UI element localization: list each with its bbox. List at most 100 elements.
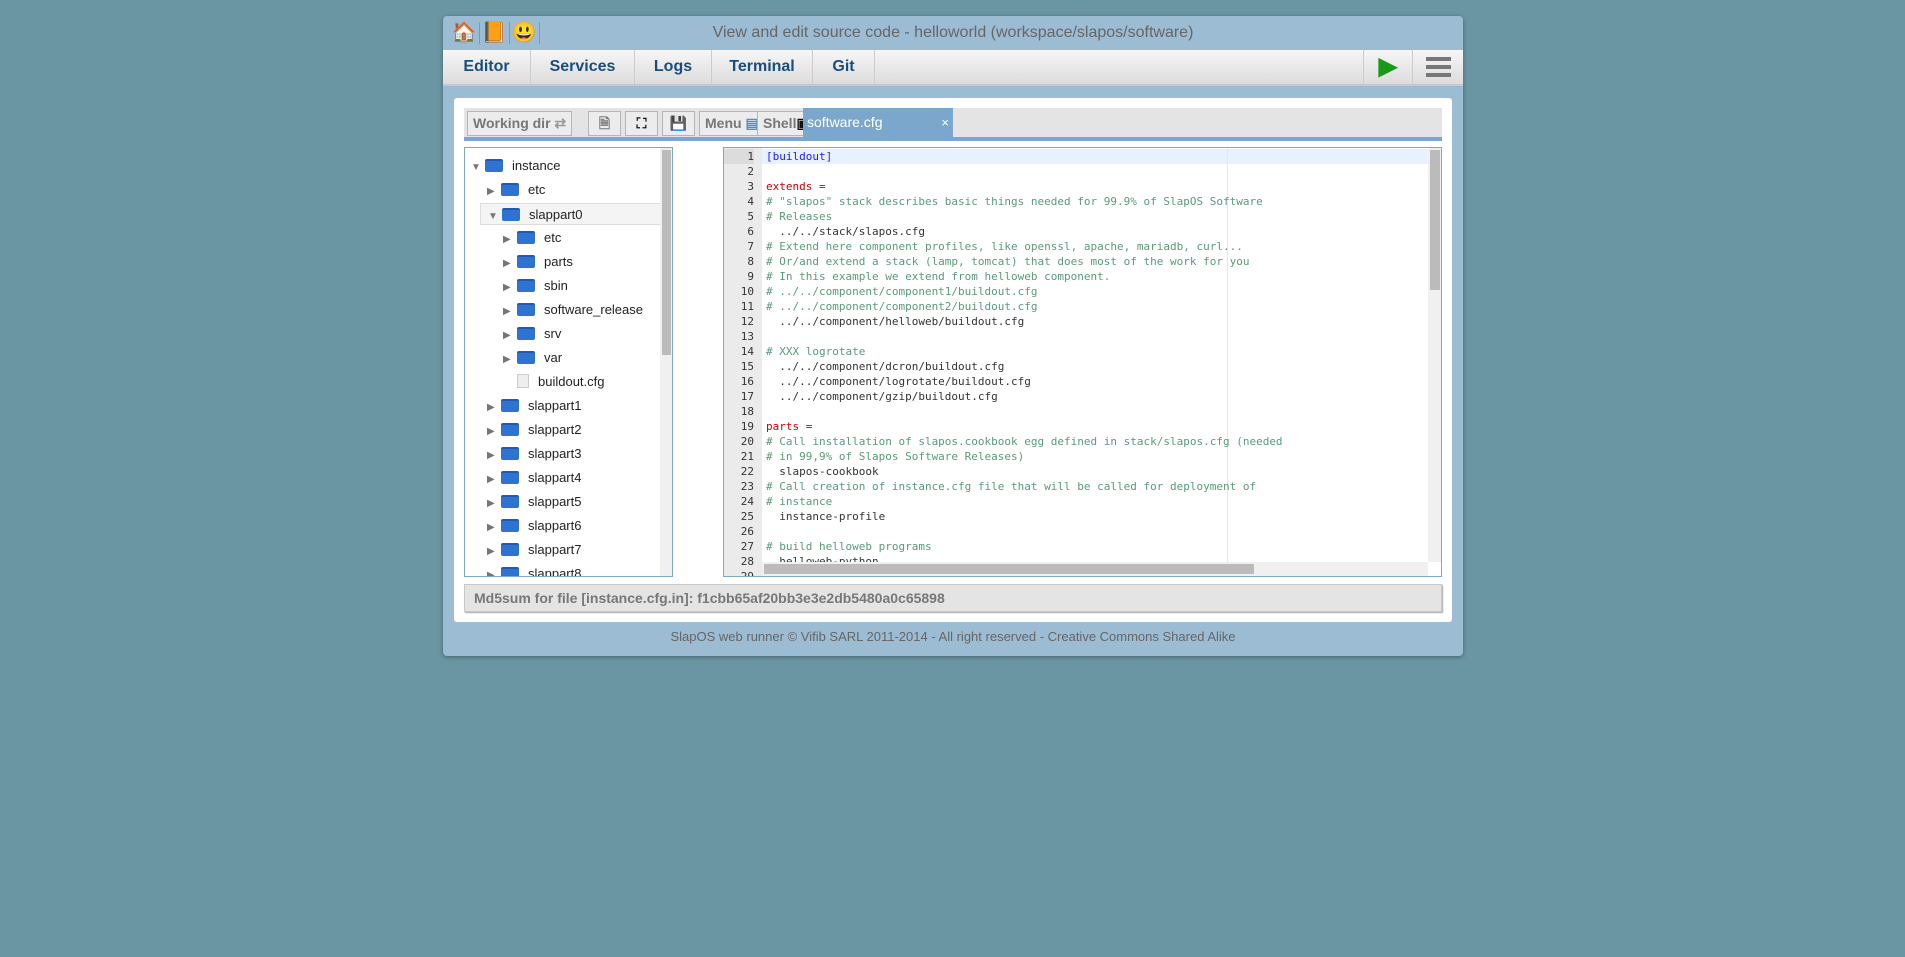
folder-icon [517,327,535,340]
tree-item[interactable]: ▼ instance [471,155,560,177]
tree-item-label: buildout.cfg [538,374,605,389]
tree-item[interactable]: ▶ slappart5 [487,491,581,513]
code-line: ../../component/dcron/buildout.cfg [766,360,1005,373]
code-editor[interactable]: 1 2 3 4 5 6 7 8 9 10 11 12 13 14 15 16 17 18 19 20 21 22 23 24 2… [723,147,1442,577]
code-line: ../../component/helloweb/buildout.cfg [766,315,1025,328]
tree-item[interactable]: ▼ slappart0 [480,203,662,225]
code-line: # Or/and extend a stack (lamp, tomcat) t… [766,255,1250,268]
tree-item-label: slappart4 [528,470,582,485]
caret-down-icon[interactable]: ▼ [488,206,502,228]
line-number: 20 [740,435,754,448]
line-number: 6 [747,225,754,238]
tree-item-label: var [544,350,563,365]
caret-right-icon[interactable]: ▶ [487,181,501,203]
code-line: # Call creation of instance.cfg file tha… [766,480,1257,493]
caret-down-icon[interactable]: ▼ [471,157,485,179]
nav-services[interactable]: Services [531,50,635,84]
page-title: View and edit source code - helloworld (… [712,24,1194,41]
line-number: 9 [747,270,754,283]
save-icon[interactable]: 💾 [662,111,695,136]
folder-icon [517,351,535,364]
folder-icon [517,231,535,244]
tree-item[interactable]: buildout.cfg [503,371,605,393]
code-line: ../../component/logrotate/buildout.cfg [766,375,1031,388]
code-line: # "slapos" stack describes basic things … [766,195,1263,208]
editor-vertical-scrollbar[interactable] [1428,148,1441,562]
caret-right-icon[interactable]: ▶ [487,421,501,443]
caret-right-icon[interactable]: ▶ [503,253,517,275]
tree-item-label: slappart3 [528,446,582,461]
main-nav: Editor Services Logs Terminal Git ▶ [443,50,1463,86]
tree-item[interactable]: ▶ slappart2 [487,419,581,441]
tree-item[interactable]: ▶ software_release [503,299,643,321]
caret-right-icon[interactable]: ▶ [503,325,517,347]
caret-right-icon[interactable]: ▶ [487,469,501,491]
nav-editor[interactable]: Editor [443,50,531,84]
app-window: 🏠 📙 😃 View and edit source code - hellow… [443,16,1463,656]
tree-item[interactable]: ▶ slappart6 [487,515,581,537]
folder-icon [501,495,519,508]
caret-right-icon[interactable]: ▶ [503,301,517,323]
tab-software-cfg[interactable]: software.cfg × [803,108,953,137]
tree-item[interactable]: ▶ parts [503,251,573,273]
caret-right-icon[interactable]: ▶ [503,277,517,299]
editor-horizontal-scrollbar[interactable] [762,562,1428,576]
line-number: 27 [740,540,754,553]
caret-right-icon[interactable]: ▶ [487,565,501,576]
tree-item-label: srv [544,326,562,341]
tree-item[interactable]: ▶ slappart8 [487,563,582,577]
nav-git[interactable]: Git [813,50,875,84]
tree-item-label: slappart6 [528,518,582,533]
nav-terminal[interactable]: Terminal [712,50,813,84]
folder-icon [501,567,519,576]
line-number: 2 [747,165,754,178]
tree-item[interactable]: ▶ slappart4 [487,467,581,489]
caret-right-icon[interactable]: ▶ [487,517,501,539]
nav-logs[interactable]: Logs [635,50,712,84]
title-bar: 🏠 📙 😃 View and edit source code - hellow… [443,16,1463,50]
line-number: 4 [747,195,754,208]
caret-right-icon[interactable]: ▶ [487,493,501,515]
file-settings-icon[interactable]: 🗎 [588,111,621,136]
tree-item-label: slappart1 [528,398,582,413]
tree-item[interactable]: ▶ etc [503,227,561,249]
caret-right-icon[interactable]: ▶ [487,445,501,467]
code-line: # XXX logrotate [766,345,866,358]
active-line [762,149,1441,164]
tree-item-label: slappart7 [528,542,582,557]
tree-item[interactable]: ▶ etc [487,179,545,201]
caret-right-icon[interactable]: ▶ [503,229,517,251]
play-icon[interactable]: ▶ [1363,50,1413,84]
tree-item[interactable]: ▶ slappart7 [487,539,581,561]
tree-scrollbar[interactable] [660,148,672,576]
tree-item[interactable]: ▶ slappart1 [487,395,581,417]
menu-button[interactable]: Menu ▤ [699,111,765,136]
caret-right-icon[interactable]: ▶ [503,349,517,371]
editor-toolbar: Working dir ⇄ 🗎 ⛶ 💾 Menu ▤ Shell▣ softwa… [464,108,1442,137]
md5-status: Md5sum for file [instance.cfg.in]: f1cbb… [464,584,1442,612]
tree-item-label: software_release [544,302,643,317]
code-line: # instance [766,495,833,508]
caret-right-icon[interactable]: ▶ [487,397,501,419]
tree-item[interactable]: ▶ slappart3 [487,443,581,465]
tab-underline [464,137,1442,141]
code-line: parts = [766,420,813,433]
tree-item-label: slappart8 [528,566,582,577]
tree-item[interactable]: ▶ var [503,347,562,369]
line-number: 16 [740,375,754,388]
tree-item[interactable]: ▶ sbin [503,275,568,297]
code-line: # Releases [766,210,833,223]
code-line: [buildout] [766,150,833,163]
hamburger-icon[interactable] [1413,50,1463,84]
code-line: # Call installation of slapos.cookbook e… [766,435,1283,448]
fullscreen-icon[interactable]: ⛶ [625,111,658,136]
line-number: 3 [747,180,754,193]
line-number: 5 [747,210,754,223]
tree-item[interactable]: ▶ srv [503,323,561,345]
line-number: 10 [740,285,754,298]
code-line: # in 99,9% of Slapos Software Releases) [766,450,1025,463]
close-icon[interactable]: × [941,108,949,137]
caret-right-icon[interactable]: ▶ [487,541,501,563]
line-number: 13 [740,330,754,343]
working-dir-button[interactable]: Working dir ⇄ [467,111,573,136]
